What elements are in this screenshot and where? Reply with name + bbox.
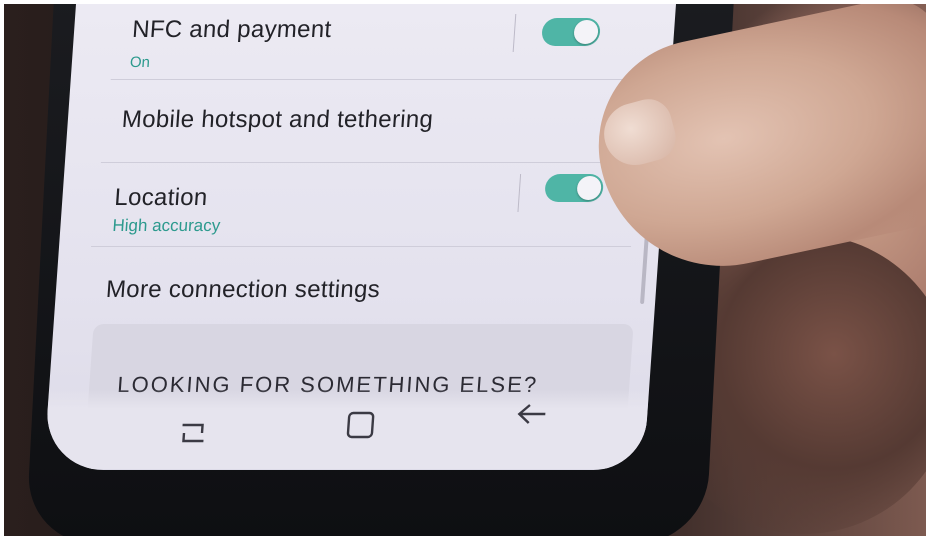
location-divider — [517, 174, 522, 212]
more-connection-title: More connection settings — [105, 276, 381, 303]
nfc-toggle-knob — [573, 20, 599, 44]
nfc-divider — [512, 14, 517, 52]
hotspot-setting-row[interactable]: Mobile hotspot and tethering — [65, 80, 671, 160]
location-setting-row[interactable]: Location High accuracy — [59, 164, 665, 244]
location-status: High accuracy — [111, 216, 221, 235]
nfc-toggle[interactable] — [541, 18, 602, 46]
back-icon-svg — [517, 404, 546, 424]
location-title: Location — [113, 184, 209, 211]
home-icon[interactable] — [343, 409, 378, 450]
phone-screen: NFC and payment On Mobile hotspot and te… — [43, 4, 676, 470]
more-connection-row[interactable]: More connection settings — [54, 248, 659, 318]
navigation-bar — [43, 389, 650, 469]
recent-apps-icon-svg — [182, 423, 204, 443]
home-icon-svg — [346, 411, 375, 439]
photo-background: NFC and payment On Mobile hotspot and te… — [4, 4, 926, 536]
hotspot-title: Mobile hotspot and tethering — [120, 106, 435, 133]
location-toggle-knob — [576, 176, 602, 200]
recent-apps-icon[interactable] — [174, 417, 211, 456]
divider-2 — [100, 162, 631, 163]
divider-3 — [91, 246, 632, 247]
nfc-status: On — [129, 54, 151, 71]
nfc-setting-row[interactable]: NFC and payment On — [71, 4, 676, 74]
back-icon[interactable] — [514, 399, 551, 438]
nfc-title: NFC and payment — [131, 16, 333, 43]
location-toggle[interactable] — [544, 174, 605, 202]
